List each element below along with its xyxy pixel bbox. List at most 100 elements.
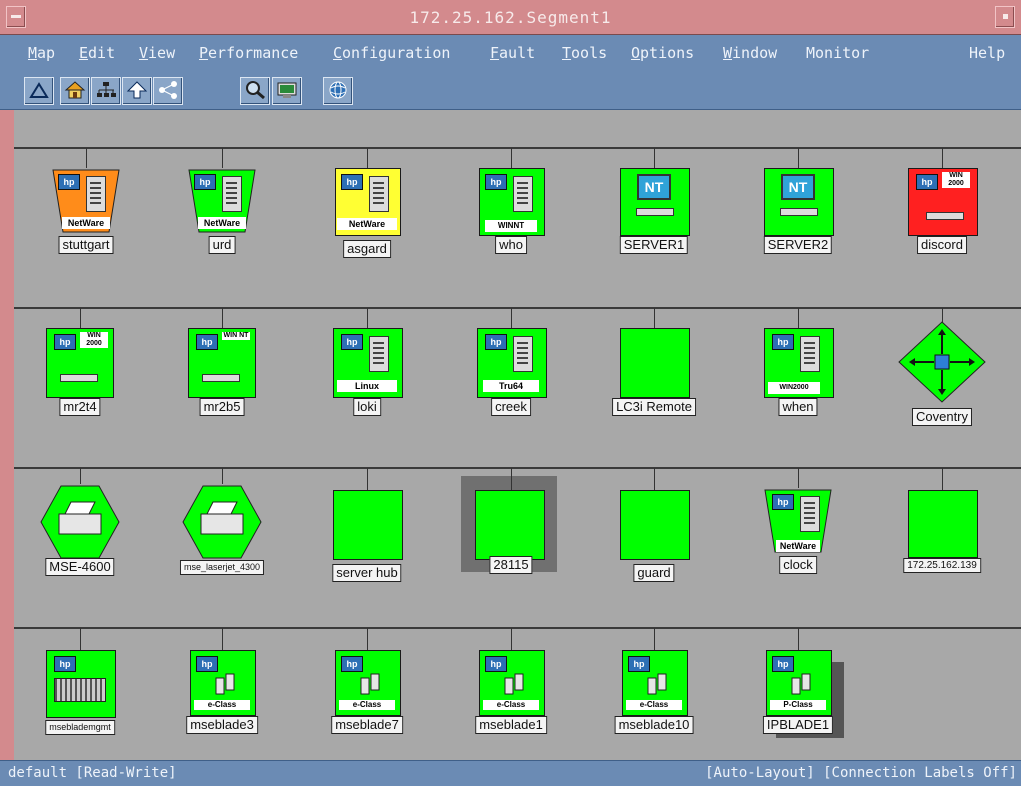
node-label[interactable]: server hub: [332, 564, 402, 582]
menu-performance[interactable]: Performance: [199, 44, 298, 62]
server-tower-icon: [800, 336, 820, 372]
monitor-icon[interactable]: [272, 77, 302, 105]
submap-icon[interactable]: [91, 77, 121, 105]
node-lc3i-remote[interactable]: LC3i Remote: [604, 308, 704, 428]
hp-logo-icon: hp: [341, 334, 363, 350]
node-urd[interactable]: hp NetWare urd: [172, 148, 272, 268]
node-label[interactable]: Coventry: [911, 408, 973, 426]
node-loki[interactable]: hp Linux loki: [317, 308, 417, 428]
node-label[interactable]: 172.25.162.139: [903, 558, 981, 573]
node-label[interactable]: IPBLADE1: [762, 716, 834, 734]
home-map-icon[interactable]: [24, 77, 54, 105]
node-28115[interactable]: 28115: [461, 468, 561, 588]
status-shape: [333, 490, 403, 560]
workstation-icon: [60, 374, 98, 382]
node-label[interactable]: mseblade1: [475, 716, 547, 734]
find-icon[interactable]: [240, 77, 270, 105]
hp-logo-icon: hp: [194, 174, 216, 190]
os-tag: NetWare: [776, 540, 820, 552]
menu-configuration[interactable]: Configuration: [333, 44, 450, 62]
node-coventry[interactable]: Coventry: [892, 308, 992, 428]
node-label[interactable]: asgard: [343, 240, 391, 258]
server-tower-icon: [222, 176, 242, 212]
node-label[interactable]: when: [778, 398, 818, 416]
node-label[interactable]: mr2b5: [199, 398, 245, 416]
node-label[interactable]: SERVER2: [763, 236, 833, 254]
minimize-button[interactable]: [995, 6, 1015, 28]
menu-options[interactable]: Options: [631, 44, 694, 62]
node-label[interactable]: SERVER1: [619, 236, 689, 254]
node-label[interactable]: MSE-4600: [45, 558, 115, 576]
hp-logo-icon: hp: [341, 174, 363, 190]
node-mr2b5[interactable]: hp WIN NT mr2b5: [172, 308, 272, 428]
node-mseblade3[interactable]: hp e-Class mseblade3: [172, 628, 272, 748]
node-asgard[interactable]: hp NetWare asgard: [317, 148, 417, 268]
node-172-25-162-139[interactable]: 172.25.162.139: [892, 468, 992, 588]
menu-bar: Map Edit View Performance Configuration …: [0, 35, 1021, 71]
layout-status: [Auto-Layout] [Connection Labels Off]: [705, 765, 1017, 781]
hp-logo-icon: hp: [916, 174, 938, 190]
hp-logo-icon: hp: [772, 334, 794, 350]
node-server2[interactable]: NT SERVER2: [748, 148, 848, 268]
parent-up-icon[interactable]: [122, 77, 152, 105]
node-who[interactable]: hp WINNT who: [461, 148, 561, 268]
hp-logo-icon: hp: [54, 656, 76, 672]
menu-view[interactable]: View: [139, 44, 175, 62]
node-discord[interactable]: hp WIN 2000 discord: [892, 148, 992, 268]
house-icon[interactable]: [60, 77, 90, 105]
node-mseblade1[interactable]: hp e-Class mseblade1: [461, 628, 561, 748]
node-mseblade10[interactable]: hp e-Class mseblade10: [604, 628, 704, 748]
workstation-icon: [636, 208, 674, 216]
menu-map[interactable]: Map: [28, 44, 55, 62]
node-label[interactable]: LC3i Remote: [612, 398, 696, 416]
node-label[interactable]: discord: [917, 236, 967, 254]
network-icon[interactable]: [153, 77, 183, 105]
node-label[interactable]: who: [495, 236, 527, 254]
node-mseblademgmt[interactable]: hp mseblademgmt: [30, 628, 130, 748]
menu-monitor[interactable]: Monitor: [806, 44, 869, 62]
globe-icon[interactable]: [323, 77, 353, 105]
node-label[interactable]: stuttgart: [58, 236, 114, 254]
node-label[interactable]: 28115: [489, 556, 533, 574]
node-label[interactable]: mr2t4: [59, 398, 101, 416]
os-tag: Linux: [337, 380, 397, 392]
node-stuttgart[interactable]: hp NetWare stuttgart: [36, 148, 136, 268]
title-bar[interactable]: 172.25.162.Segment1: [0, 0, 1021, 35]
node-label[interactable]: mse_laserjet_4300: [179, 560, 265, 575]
node-mse-laserjet-4300[interactable]: mse_laserjet_4300: [172, 468, 272, 588]
node-mseblade7[interactable]: hp e-Class mseblade7: [317, 628, 417, 748]
server-tower-icon: [800, 496, 820, 532]
node-label[interactable]: mseblade3: [186, 716, 258, 734]
menu-edit[interactable]: Edit: [79, 44, 115, 62]
node-mr2t4[interactable]: hp WIN 2000 mr2t4: [30, 308, 130, 428]
node-label[interactable]: mseblade7: [331, 716, 403, 734]
hp-logo-icon: hp: [58, 174, 80, 190]
node-label[interactable]: urd: [208, 236, 236, 254]
server-tower-icon: [513, 176, 533, 212]
status-shape: [908, 490, 978, 558]
printer-icon: [182, 485, 262, 559]
os-tag: e-Class: [339, 700, 395, 710]
node-server1[interactable]: NT SERVER1: [604, 148, 704, 268]
node-when[interactable]: hp WIN2000 when: [748, 308, 848, 428]
node-guard[interactable]: guard: [604, 468, 704, 588]
segment-map[interactable]: hp NetWare stuttgart hp NetWare urd hp N…: [14, 110, 1021, 760]
node-label[interactable]: clock: [779, 556, 817, 574]
server-tower-icon: [513, 336, 533, 372]
node-label[interactable]: guard: [633, 564, 675, 582]
node-ipblade1[interactable]: hp P-Class IPBLADE1: [748, 628, 848, 748]
node-server-hub[interactable]: server hub: [317, 468, 417, 588]
os-tag: WIN NT: [222, 332, 250, 340]
node-label[interactable]: creek: [491, 398, 531, 416]
hp-logo-icon: hp: [485, 656, 507, 672]
node-clock[interactable]: hp NetWare clock: [748, 468, 848, 588]
node-creek[interactable]: hp Tru64 creek: [461, 308, 561, 428]
node-label[interactable]: loki: [353, 398, 381, 416]
node-mse-4600[interactable]: MSE-4600: [30, 468, 130, 588]
menu-fault[interactable]: Fault: [490, 44, 535, 62]
menu-tools[interactable]: Tools: [562, 44, 607, 62]
node-label[interactable]: mseblademgmt: [45, 720, 115, 735]
node-label[interactable]: mseblade10: [614, 716, 694, 734]
menu-help[interactable]: Help: [969, 44, 1005, 62]
menu-window[interactable]: Window: [723, 44, 777, 62]
